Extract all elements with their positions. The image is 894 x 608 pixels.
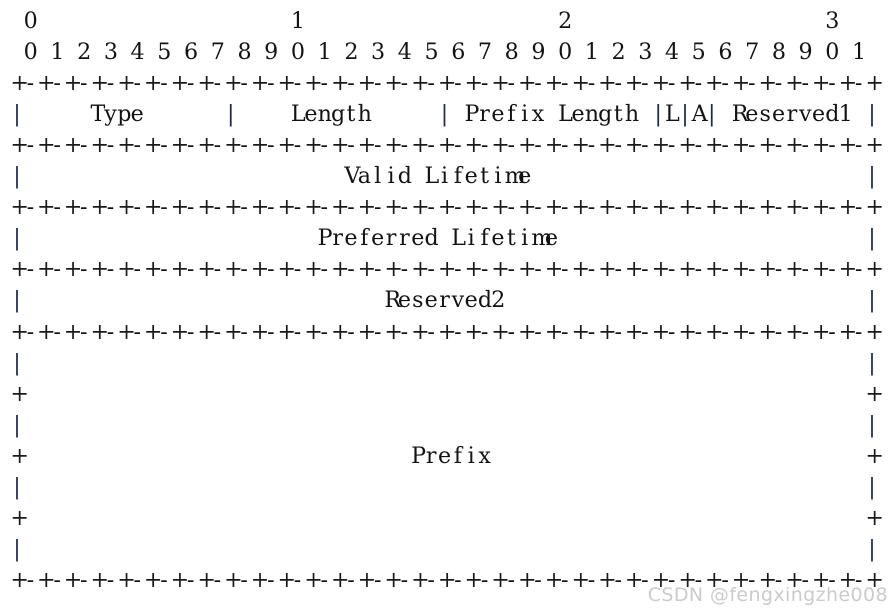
ascii-row-sep-2: + - + - + - + - + - + - + - + - + - + - + - + - + - + - + - + - + - + - + - + -… — [10, 132, 884, 159]
ascii-row-prefix-row-1: | | — [13, 349, 876, 376]
ascii-row-prefix-row-3: | | — [13, 411, 876, 438]
ascii-row-sep-3: + - + - + - + - + - + - + - + - + - + - + - + - + - + - + - + - + - + - + - + -… — [10, 194, 884, 221]
ascii-row-sep-5: + - + - + - + - + - + - + - + - + - + - + - + - + - + - + - + - + - + - + - + -… — [10, 318, 884, 345]
ascii-row-field-row-3: | Pr e f e r r e d Li f e t i m e | — [13, 225, 876, 252]
packet-diagram-root: 0 1 2 3 0 1 2 3 4 5 6 7 8 9 0 1 2 3 4 5 6 7 8 9 0 1 2 3 4 5 6 7 8 9 0 1 + - + -… — [0, 0, 894, 608]
ascii-art-canvas: 0 1 2 3 0 1 2 3 4 5 6 7 8 9 0 1 2 3 4 5 6 7 8 9 0 1 2 3 4 5 6 7 8 9 0 1 + - + -… — [0, 0, 894, 608]
ascii-row-sep-4: + - + - + - + - + - + - + - + - + - + - + - + - + - + - + - + - + - + - + - + -… — [10, 256, 884, 283]
ascii-row-prefix-row-5: | | — [13, 473, 876, 500]
ascii-row-ruler-ones: 01234567890123456789012345678901 — [23, 39, 867, 66]
ascii-row-prefix-row-7: | | — [13, 535, 876, 562]
ascii-row-prefix-row-4: + Pr e f i x + — [10, 442, 884, 469]
ascii-row-sep-6: + - + - + - + - + - + - + - + - + - + - + - + - + - + - + - + - + - + - + - + -… — [10, 566, 884, 593]
ascii-row-field-row-4: | Re s e r v e d 2 | — [13, 287, 876, 314]
ascii-row-prefix-row-6: + + — [10, 504, 884, 531]
ascii-row-prefix-row-2: + + — [10, 380, 884, 407]
ascii-row-field-row-1: | Ty p e | Le n g t h | Pr e f i x Le n g t h | L | A | Re s e r v e d 1 | — [13, 101, 876, 128]
ascii-row-field-row-2: | Va l i d Li f e t i m e | — [13, 163, 876, 190]
ascii-row-ruler-tens: 0123 — [23, 8, 840, 34]
ascii-row-sep-1: + - + - + - + - + - + - + - + - + - + - + - + - + - + - + - + - + - + - + - + -… — [10, 70, 884, 97]
